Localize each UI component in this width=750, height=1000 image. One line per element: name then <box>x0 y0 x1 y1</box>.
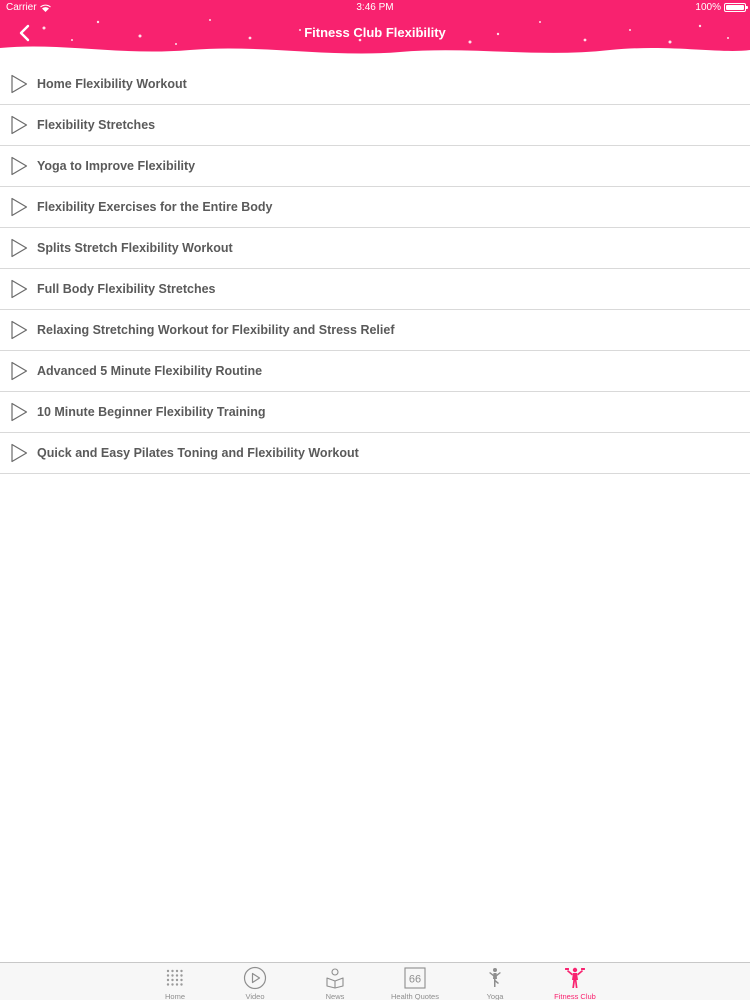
yoga-pose-icon <box>483 966 507 990</box>
play-icon <box>10 401 30 423</box>
battery-indicator: 100% <box>695 2 748 13</box>
video-list-item[interactable]: Relaxing Stretching Workout for Flexibil… <box>0 310 750 351</box>
battery-percent: 100% <box>695 2 721 13</box>
video-title: Home Flexibility Workout <box>37 77 187 91</box>
play-icon <box>10 114 30 136</box>
fitness-icon <box>563 966 587 990</box>
video-title: Yoga to Improve Flexibility <box>37 159 196 173</box>
tab-label: Home <box>164 992 185 1000</box>
battery-icon <box>724 3 748 12</box>
video-list-item[interactable]: Yoga to Improve Flexibility <box>0 146 750 187</box>
status-time: 3:46 PM <box>356 2 394 13</box>
play-icon <box>10 196 30 218</box>
tab-label: Yoga <box>486 992 504 1000</box>
tab-video[interactable]: Video <box>215 963 295 1000</box>
play-icon <box>10 360 30 382</box>
play-icon <box>10 73 30 95</box>
video-list-item[interactable]: Flexibility Exercises for the Entire Bod… <box>0 187 750 228</box>
nav-header: Carrier 3:46 PM 100% Fitness Club Flexib… <box>0 0 750 66</box>
tab-health-quotes[interactable]: 66 Health Quotes <box>375 963 455 1000</box>
video-list-item[interactable]: Splits Stretch Flexibility Workout <box>0 228 750 269</box>
tab-yoga[interactable]: Yoga <box>455 963 535 1000</box>
video-list-item[interactable]: Quick and Easy Pilates Toning and Flexib… <box>0 433 750 474</box>
page-title: Fitness Club Flexibility <box>304 25 446 40</box>
play-icon <box>10 442 30 464</box>
play-icon <box>10 319 30 341</box>
tab-news[interactable]: News <box>295 963 375 1000</box>
video-title: Advanced 5 Minute Flexibility Routine <box>37 364 263 378</box>
svg-text:66: 66 <box>409 974 421 986</box>
tab-label: Fitness Club <box>554 992 596 1000</box>
tab-label: News <box>325 992 345 1000</box>
news-icon <box>323 966 347 990</box>
play-icon <box>10 237 30 259</box>
video-title: Flexibility Exercises for the Entire Bod… <box>37 200 273 214</box>
tab-label: Video <box>245 992 265 1000</box>
play-circle-icon <box>243 966 267 990</box>
video-title: 10 Minute Beginner Flexibility Training <box>37 405 266 419</box>
video-list-item[interactable]: Flexibility Stretches <box>0 105 750 146</box>
video-title: Full Body Flexibility Stretches <box>37 282 216 296</box>
dot-grid-icon <box>163 966 187 990</box>
video-list-item[interactable]: Advanced 5 Minute Flexibility Routine <box>0 351 750 392</box>
video-list-item[interactable]: Full Body Flexibility Stretches <box>0 269 750 310</box>
tab-label: Health Quotes <box>391 992 439 1000</box>
video-list-item[interactable]: Home Flexibility Workout <box>0 64 750 105</box>
tab-home[interactable]: Home <box>135 963 215 1000</box>
video-list-item[interactable]: 10 Minute Beginner Flexibility Training <box>0 392 750 433</box>
tab-fitness-club[interactable]: Fitness Club <box>535 963 615 1000</box>
tab-bar: Home Video News 66 Health Quotes Yoga Fi… <box>0 962 750 1000</box>
status-bar: Carrier 3:46 PM 100% <box>0 0 750 16</box>
play-icon <box>10 278 30 300</box>
video-title: Splits Stretch Flexibility Workout <box>37 241 233 255</box>
quote-icon: 66 <box>403 966 427 990</box>
video-title: Relaxing Stretching Workout for Flexibil… <box>37 323 395 337</box>
play-icon <box>10 155 30 177</box>
video-list: Home Flexibility Workout Flexibility Str… <box>0 64 750 474</box>
video-title: Quick and Easy Pilates Toning and Flexib… <box>37 446 359 460</box>
video-title: Flexibility Stretches <box>37 118 156 132</box>
